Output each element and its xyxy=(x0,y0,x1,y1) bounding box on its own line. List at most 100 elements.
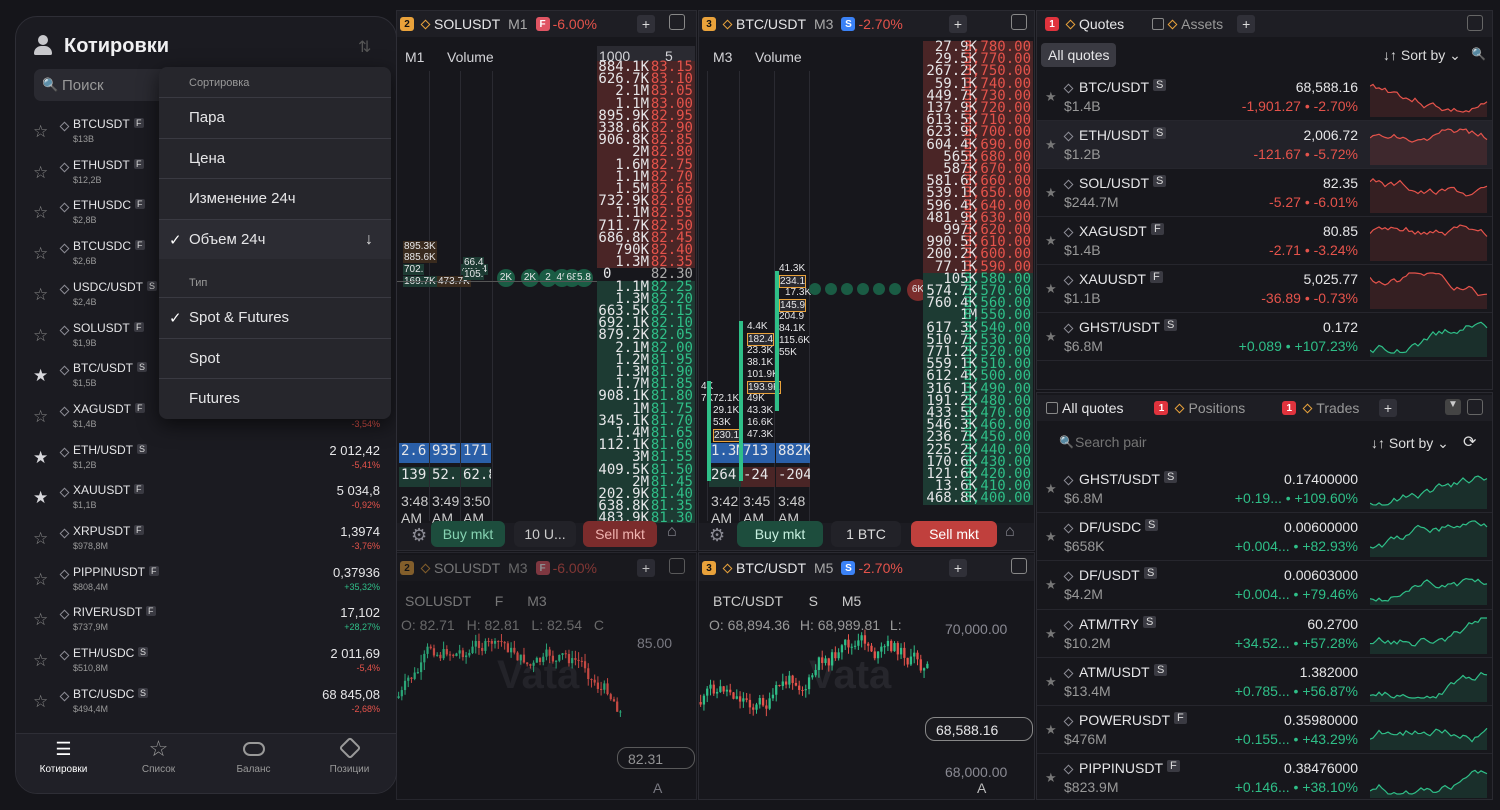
orderbook-ladder[interactable]: 27.9K 3,780.00 29.5K 3,770.00 267.2K 3,750.00… xyxy=(923,33,1033,521)
favorite-star-icon[interactable]: ★ xyxy=(1045,577,1057,593)
expand-icon[interactable] xyxy=(1011,14,1027,30)
tf-button[interactable]: M3 xyxy=(713,49,732,65)
expand-icon[interactable] xyxy=(1467,399,1483,415)
nav-watchlist[interactable]: ☆ Список xyxy=(111,734,206,793)
symbol-label[interactable]: SOLUSDT xyxy=(434,560,500,576)
favorite-star-icon[interactable]: ★ xyxy=(1045,185,1057,201)
link-group-badge[interactable]: 2 xyxy=(400,561,414,575)
sort-by-button[interactable]: ↓↑ Sort by ⌄ xyxy=(1383,47,1461,64)
symbol-label[interactable]: SOLUSDT xyxy=(434,16,500,32)
checkbox-icon[interactable] xyxy=(1046,402,1058,414)
dropdown-option[interactable]: Пара xyxy=(159,97,391,137)
quotes-tab[interactable]: Quotes xyxy=(1079,16,1124,32)
add-tab-button[interactable]: + xyxy=(637,15,655,33)
positions-tab[interactable]: Positions xyxy=(1188,400,1245,416)
quote-row[interactable]: ★ BTC/USDT S $1.4B 68,588.16 -1,901.27 • -2.7… xyxy=(1037,73,1492,121)
quote-row[interactable]: ★ POWERUSDT F $476M 0.35980000 +0.155... • +4… xyxy=(1037,706,1492,755)
favorite-star-icon[interactable]: ★ xyxy=(1045,281,1057,297)
timeframe-label[interactable]: M3 xyxy=(508,560,527,576)
quantity-field[interactable]: 10 U... xyxy=(514,521,576,547)
add-tab-button[interactable]: + xyxy=(949,15,967,33)
expand-icon[interactable] xyxy=(669,14,685,30)
volume-button[interactable]: Volume xyxy=(755,49,802,65)
quote-row[interactable]: ★ PIPPINUSDT F $823.9M 0.38476000 +0.146... •… xyxy=(1037,754,1492,799)
mobile-quote-row[interactable]: ☆ PIPPINUSDT F $808,4M 0,37936 +35,32% xyxy=(16,560,396,601)
star-filled-icon[interactable]: ★ xyxy=(33,488,48,508)
link-group-badge[interactable]: 1 xyxy=(1045,17,1059,31)
favorite-star-icon[interactable]: ★ xyxy=(1045,233,1057,249)
mobile-quote-row[interactable]: ☆ RIVERUSDT F $737,9M 17,102 +28,27% xyxy=(16,600,396,641)
candlestick-chart[interactable] xyxy=(397,633,622,763)
orderbook-ladder[interactable]: 884.1K 83.15 626.7K 83.10 2.1M 83.05 1.1M 83.00… xyxy=(597,33,695,525)
timeframe-label[interactable]: M3 xyxy=(814,16,833,32)
quote-row[interactable]: ★ DF/USDC S $658K 0.00600000 +0.004... • +82.… xyxy=(1037,513,1492,562)
add-tab-button[interactable]: + xyxy=(637,559,655,577)
star-filled-icon[interactable]: ★ xyxy=(33,448,48,468)
timeframe-label[interactable]: M1 xyxy=(508,16,527,32)
trades-tab[interactable]: Trades xyxy=(1316,400,1359,416)
legend-tf[interactable]: M5 xyxy=(842,593,861,609)
favorite-star-icon[interactable]: ★ xyxy=(1045,626,1057,642)
expand-icon[interactable] xyxy=(669,558,685,574)
quote-row[interactable]: ★ GHST/USDT S $6.8M 0.172 +0.089 • +107.23% xyxy=(1037,313,1492,361)
dropdown-option[interactable]: ✓ Объем 24ч ↓ xyxy=(159,219,391,260)
dropdown-option[interactable]: ✓ Spot & Futures xyxy=(159,297,391,337)
star-outline-icon[interactable]: ☆ xyxy=(33,163,48,183)
volume-button[interactable]: Volume xyxy=(447,49,494,65)
dropdown-option[interactable]: Изменение 24ч xyxy=(159,178,391,218)
star-outline-icon[interactable]: ☆ xyxy=(33,529,48,549)
quote-row[interactable]: ★ XAUUSDT F $1.1B 5,025.77 -36.89 • -0.73% xyxy=(1037,265,1492,313)
sell-market-button[interactable]: Sell mkt xyxy=(583,521,657,547)
mobile-quote-row[interactable]: ☆ XRPUSDT F $978,8M 1,3974 -3,76% xyxy=(16,519,396,560)
quote-row[interactable]: ★ ETH/USDT S $1.2B 2,006.72 -121.67 • -5.72% xyxy=(1037,121,1492,169)
symbol-label[interactable]: BTC/USDT xyxy=(736,560,806,576)
mobile-quote-row[interactable]: ★ XAUUSDT F $1,1B 5 034,8 -0,92% xyxy=(16,478,396,519)
quantity-field[interactable]: 1 BTC xyxy=(831,521,901,547)
dropdown-option[interactable]: Spot xyxy=(159,337,391,378)
sort-by-button[interactable]: ↓↑ Sort by ⌄ xyxy=(1371,435,1449,452)
mobile-quote-row[interactable]: ☆ BTC/USDC S $494,4M 68 845,08 -2,68% xyxy=(16,682,396,723)
mobile-quote-row[interactable]: ★ ETH/USDT S $1,2B 2 012,42 -5,41% xyxy=(16,438,396,479)
star-outline-icon[interactable]: ☆ xyxy=(33,244,48,264)
collapse-icon[interactable]: ▼ xyxy=(1445,399,1461,415)
auto-scale-button[interactable]: A xyxy=(653,780,662,796)
favorite-star-icon[interactable]: ★ xyxy=(1045,770,1057,786)
refresh-icon[interactable]: ⟳ xyxy=(1463,432,1476,452)
nav-quotes[interactable]: ☰ Котировки xyxy=(16,734,111,793)
bid-row[interactable]: 468.8K 3,400.00 xyxy=(923,491,1033,505)
quote-row[interactable]: ★ ATM/TRY S $10.2M 60.2700 +34.52... • +57.28… xyxy=(1037,610,1492,658)
collapse-icon[interactable]: ⌂ xyxy=(1005,523,1015,541)
sort-toggle-icon[interactable]: ⇅ xyxy=(358,37,371,57)
link-group-badge[interactable]: 3 xyxy=(702,17,716,31)
candlestick-chart[interactable] xyxy=(699,627,929,777)
star-outline-icon[interactable]: ☆ xyxy=(33,610,48,630)
star-filled-icon[interactable]: ★ xyxy=(33,366,48,386)
link-group-badge[interactable]: 2 xyxy=(400,17,414,31)
dropdown-option[interactable]: Futures xyxy=(159,378,391,418)
expand-icon[interactable] xyxy=(1467,15,1483,31)
favorite-star-icon[interactable]: ★ xyxy=(1045,89,1057,105)
search-pair-input[interactable] xyxy=(1075,431,1225,453)
star-outline-icon[interactable]: ☆ xyxy=(33,326,48,346)
quote-row[interactable]: ★ SOL/USDT S $244.7M 82.35 -5.27 • -6.01% xyxy=(1037,169,1492,217)
star-outline-icon[interactable]: ☆ xyxy=(33,651,48,671)
timeframe-label[interactable]: M5 xyxy=(814,560,833,576)
add-tab-button[interactable]: + xyxy=(1379,399,1397,417)
collapse-icon[interactable]: ⌂ xyxy=(667,523,677,541)
legend-pair[interactable]: SOLUSDT xyxy=(405,593,471,609)
quote-row[interactable]: ★ XAGUSDT F $1.4B 80.85 -2.71 • -3.24% xyxy=(1037,217,1492,265)
legend-pair[interactable]: BTC/USDT xyxy=(713,593,783,609)
expand-icon[interactable] xyxy=(1011,558,1027,574)
sell-market-button[interactable]: Sell mkt xyxy=(911,521,997,547)
buy-market-button[interactable]: Buy mkt xyxy=(431,521,505,547)
star-outline-icon[interactable]: ☆ xyxy=(33,203,48,223)
buy-market-button[interactable]: Buy mkt xyxy=(737,521,823,547)
all-quotes-filter[interactable]: All quotes xyxy=(1041,43,1117,67)
favorite-star-icon[interactable]: ★ xyxy=(1045,529,1057,545)
quote-row[interactable]: ★ ATM/USDT S $13.4M 1.382000 +0.785... • +56.… xyxy=(1037,658,1492,706)
symbol-label[interactable]: BTC/USDT xyxy=(736,16,806,32)
nav-positions[interactable]: Позиции xyxy=(301,734,396,793)
dropdown-option[interactable]: Цена xyxy=(159,137,391,178)
legend-tf[interactable]: M3 xyxy=(527,593,546,609)
add-tab-button[interactable]: + xyxy=(949,559,967,577)
